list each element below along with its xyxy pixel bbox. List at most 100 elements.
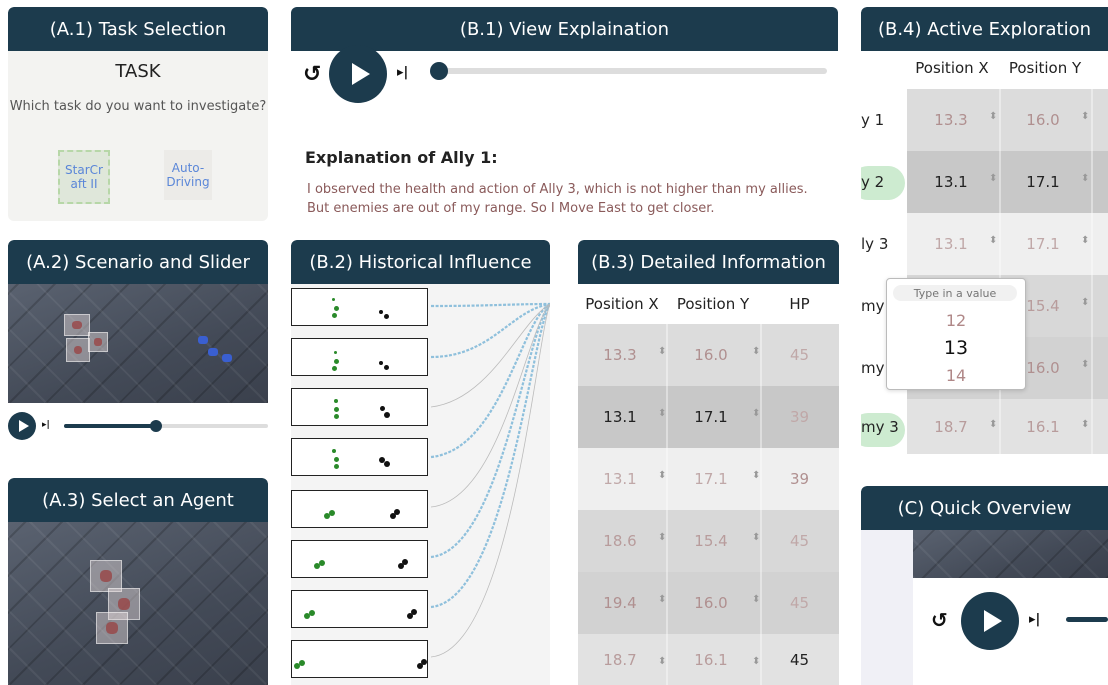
- position-y-value[interactable]: 16.0: [666, 572, 756, 634]
- agent-label[interactable]: y 2: [861, 151, 901, 213]
- history-step[interactable]: [291, 338, 428, 376]
- hp-value[interactable]: 39: [760, 448, 839, 510]
- stepper-icon[interactable]: ⬍: [752, 347, 760, 357]
- history-step[interactable]: [291, 540, 428, 578]
- stepper-icon[interactable]: ⬍: [989, 420, 997, 430]
- stepper-icon[interactable]: ⬍: [752, 409, 760, 419]
- historical-influence-panel: (B.2) Historical Influence: [291, 240, 550, 685]
- stepper-icon[interactable]: ⬍: [658, 657, 666, 667]
- stepper-icon[interactable]: ⬍: [1081, 360, 1089, 370]
- stepper-icon[interactable]: ⬍: [752, 471, 760, 481]
- position-x-value[interactable]: 13.1: [578, 448, 662, 510]
- position-y-value[interactable]: 16.1: [999, 399, 1087, 454]
- history-step[interactable]: [291, 590, 428, 628]
- ally-unit[interactable]: [64, 314, 90, 336]
- agent-label[interactable]: my 3: [861, 399, 901, 454]
- position-x-value[interactable]: 13.1: [578, 386, 662, 448]
- panel-title: (B.3) Detailed Information: [591, 251, 826, 273]
- hp-value[interactable]: 39: [760, 386, 839, 448]
- game-scene[interactable]: [8, 284, 268, 403]
- history-step[interactable]: [291, 490, 428, 528]
- stepper-icon[interactable]: ⬍: [1081, 298, 1089, 308]
- position-x-value[interactable]: 13.3: [907, 89, 995, 151]
- stepper-icon[interactable]: ⬍: [989, 236, 997, 246]
- play-button[interactable]: [329, 45, 387, 103]
- position-x-value[interactable]: 19.4: [578, 572, 662, 634]
- starcraft-option[interactable]: StarCr aft II: [58, 150, 110, 204]
- picker-option[interactable]: 14: [887, 366, 1025, 385]
- skip-icon[interactable]: ▸|: [1029, 612, 1040, 627]
- game-scene[interactable]: [8, 522, 268, 685]
- play-icon: [983, 610, 1002, 632]
- hp-value[interactable]: 45: [760, 634, 839, 685]
- position-x-value[interactable]: 18.6: [578, 510, 662, 572]
- game-scene[interactable]: [913, 530, 1108, 578]
- agent-label[interactable]: y 1: [861, 89, 901, 151]
- stepper-icon[interactable]: ⬍: [1081, 112, 1089, 122]
- stepper-icon[interactable]: ⬍: [1081, 236, 1089, 246]
- explanation-title: Explanation of Ally 1:: [305, 148, 498, 167]
- stepper-icon[interactable]: ⬍: [1081, 174, 1089, 184]
- skip-icon[interactable]: ▸|: [42, 420, 50, 430]
- position-y-value[interactable]: 16.0: [666, 324, 756, 386]
- slider-handle[interactable]: [430, 62, 448, 80]
- stepper-icon[interactable]: ⬍: [658, 409, 666, 419]
- replay-icon[interactable]: ↺: [931, 608, 948, 632]
- hp-value[interactable]: 45: [760, 572, 839, 634]
- stepper-icon[interactable]: ⬍: [658, 471, 666, 481]
- history-step[interactable]: [291, 388, 428, 426]
- replay-icon[interactable]: ↺: [303, 62, 321, 87]
- stepper-icon[interactable]: ⬍: [658, 347, 666, 357]
- panel-header: (B.1) View Explaination: [291, 7, 838, 51]
- history-step[interactable]: [291, 288, 428, 326]
- position-y-value[interactable]: 17.1: [999, 151, 1087, 213]
- play-button[interactable]: [961, 592, 1019, 650]
- position-x-value[interactable]: 13.1: [907, 213, 995, 275]
- position-y-value[interactable]: 15.4: [666, 510, 756, 572]
- stepper-icon[interactable]: ⬍: [752, 595, 760, 605]
- position-y-value[interactable]: 16.0: [999, 89, 1087, 151]
- position-y-value[interactable]: 16.1: [666, 634, 756, 685]
- position-y-value[interactable]: 17.1: [999, 213, 1087, 275]
- timeline-slider[interactable]: [437, 68, 827, 74]
- stepper-icon[interactable]: ⬍: [1081, 420, 1089, 430]
- picker-option-selected[interactable]: 13: [887, 337, 1025, 359]
- value-picker-input[interactable]: [893, 285, 1017, 301]
- position-x-value[interactable]: 18.7: [907, 399, 995, 454]
- value-picker-popup[interactable]: 12 13 14: [886, 278, 1026, 390]
- play-icon: [18, 420, 29, 432]
- agent-label[interactable]: ly 3: [861, 213, 901, 275]
- stepper-icon[interactable]: ⬍: [752, 533, 760, 543]
- hp-value[interactable]: 45: [760, 324, 839, 386]
- position-y-value[interactable]: 17.1: [666, 448, 756, 510]
- ally-unit[interactable]: [88, 332, 108, 352]
- history-step[interactable]: [291, 640, 428, 678]
- ally-unit[interactable]: [66, 338, 90, 362]
- panel-title: (C) Quick Overview: [897, 497, 1072, 519]
- auto-driving-option[interactable]: Auto- Driving: [164, 150, 212, 200]
- slider-handle[interactable]: [150, 420, 162, 432]
- enemy-unit: [208, 348, 218, 356]
- play-button[interactable]: [8, 412, 36, 440]
- enemy-unit: [198, 336, 208, 344]
- stepper-icon[interactable]: ⬍: [989, 112, 997, 122]
- timeline-slider[interactable]: [1066, 617, 1108, 622]
- detailed-information-panel: (B.3) Detailed Information Position X Po…: [578, 240, 839, 685]
- stepper-icon[interactable]: ⬍: [989, 174, 997, 184]
- history-step[interactable]: [291, 438, 428, 476]
- position-x-value[interactable]: 18.7: [578, 634, 662, 685]
- play-icon: [351, 63, 370, 85]
- position-x-value[interactable]: 13.3: [578, 324, 662, 386]
- position-x-value[interactable]: 13.1: [907, 151, 995, 213]
- position-y-value[interactable]: 17.1: [666, 386, 756, 448]
- stepper-icon[interactable]: ⬍: [658, 533, 666, 543]
- option-label: Auto- Driving: [166, 161, 210, 189]
- picker-option[interactable]: 12: [887, 311, 1025, 330]
- ally-unit[interactable]: [96, 612, 128, 644]
- select-agent-panel: (A.3) Select an Agent: [8, 478, 268, 685]
- skip-icon[interactable]: ▸|: [397, 65, 408, 80]
- stepper-icon[interactable]: ⬍: [658, 595, 666, 605]
- panel-header: (A.2) Scenario and Slider: [8, 240, 268, 284]
- stepper-icon[interactable]: ⬍: [752, 657, 760, 667]
- hp-value[interactable]: 45: [760, 510, 839, 572]
